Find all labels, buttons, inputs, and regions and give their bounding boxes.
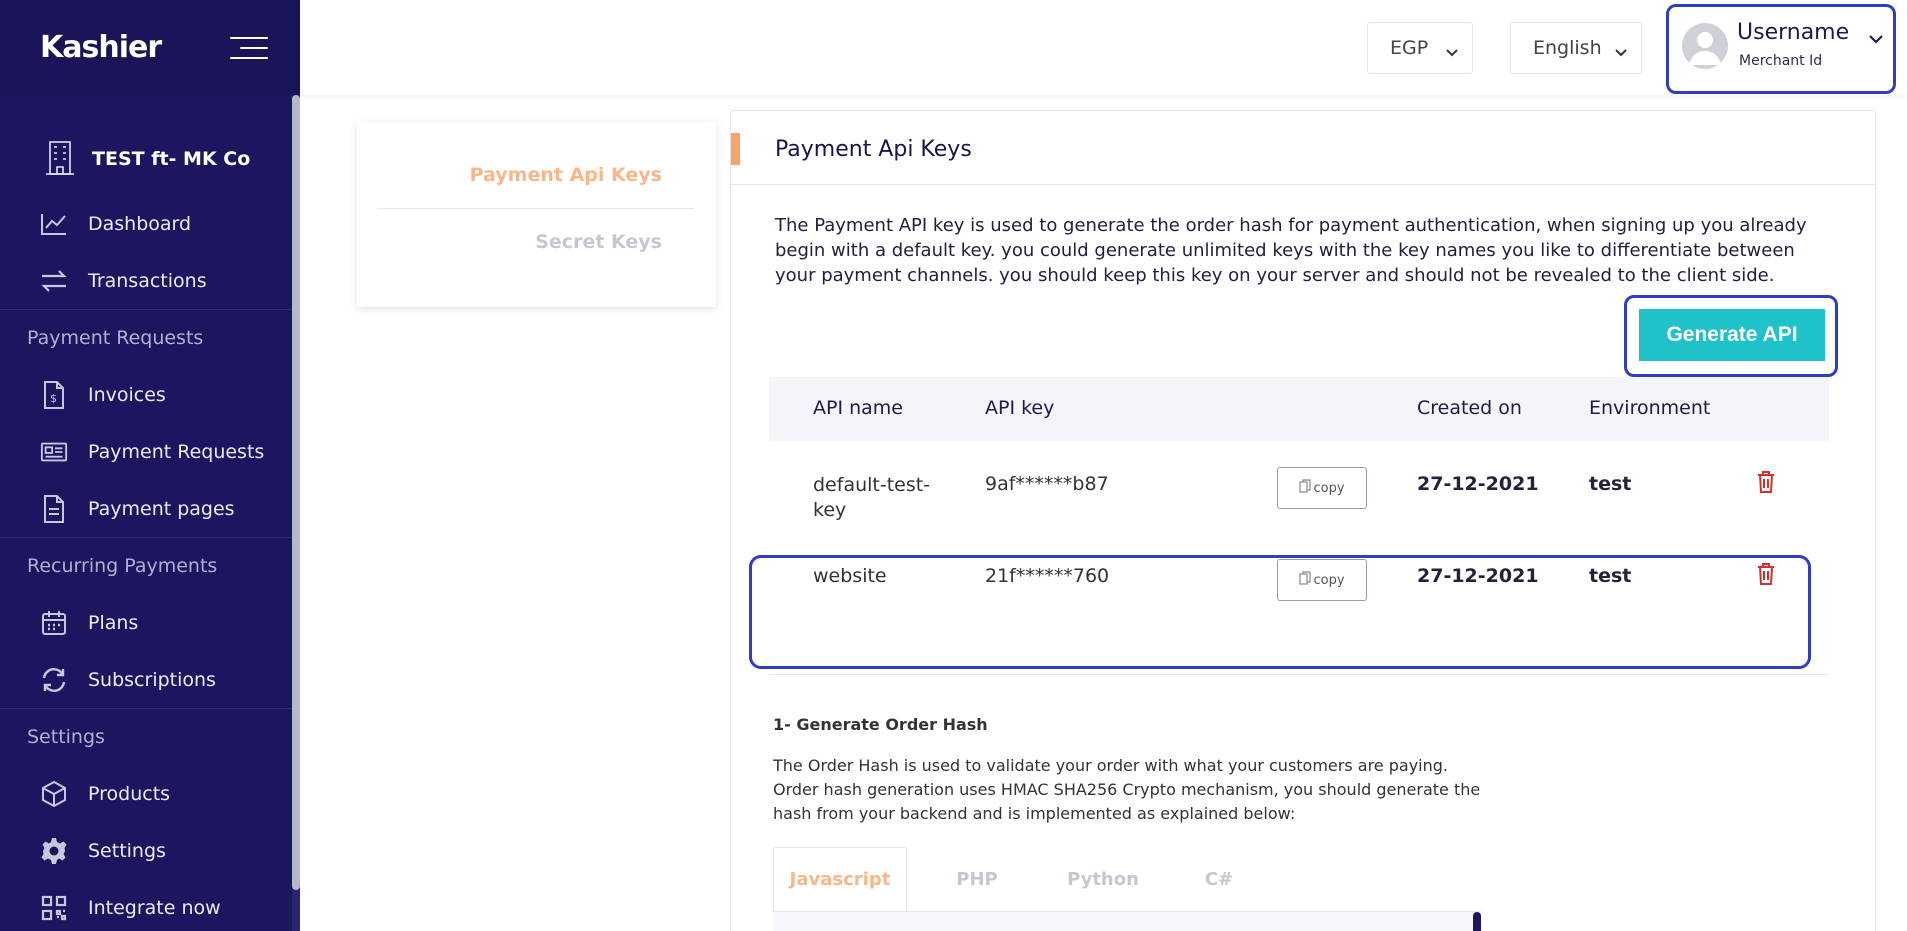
- environment-value: test: [1589, 473, 1632, 495]
- tabs-divider: [377, 208, 694, 209]
- box-icon: [40, 780, 68, 808]
- gear-icon: [40, 837, 68, 865]
- section-title: 1- Generate Order Hash: [773, 715, 988, 734]
- accent-bar: [731, 133, 740, 165]
- user-menu[interactable]: Username Merchant Id: [1666, 4, 1896, 94]
- calendar-icon: [40, 609, 68, 637]
- tab-payment-api-keys[interactable]: Payment Api Keys: [470, 164, 662, 186]
- column-header-environment: Environment: [1589, 397, 1711, 419]
- nav-section-payment-requests: Payment Requests: [0, 309, 292, 366]
- tab-php[interactable]: PHP: [927, 847, 1027, 911]
- avatar: [1682, 23, 1728, 69]
- created-date: 27-12-2021: [1417, 473, 1539, 495]
- code-snippet-area[interactable]: [773, 911, 1481, 931]
- kashier-logo[interactable]: Kashier: [40, 30, 162, 65]
- username: Username: [1737, 20, 1850, 45]
- column-header-api-name: API name: [813, 397, 903, 419]
- copy-icon: [1299, 479, 1312, 497]
- sidebar-item-label: Plans: [88, 611, 139, 634]
- sidebar-header: Kashier: [0, 0, 300, 95]
- website-row-highlight: [749, 555, 1811, 669]
- arrows-exchange-icon: [40, 267, 68, 295]
- api-key-value: 9af******b87: [985, 473, 1109, 495]
- sidebar-item-label: Dashboard: [88, 212, 192, 235]
- tab-python[interactable]: Python: [1043, 847, 1163, 911]
- sidebar-item-label: Invoices: [88, 383, 166, 406]
- api-keys-tabs-panel: Payment Api Keys Secret Keys: [357, 122, 716, 307]
- trash-icon[interactable]: [1757, 471, 1775, 498]
- sidebar-item-payment-requests[interactable]: Payment Requests: [0, 423, 292, 480]
- payment-api-keys-card: Payment Api Keys The Payment API key is …: [730, 110, 1876, 931]
- sidebar-item-label: Payment pages: [88, 497, 235, 520]
- merchant-id: Merchant Id: [1739, 53, 1823, 69]
- nav-section-settings: Settings: [0, 708, 292, 765]
- tab-secret-keys[interactable]: Secret Keys: [535, 231, 662, 253]
- sidebar-nav: Dashboard Transactions Payment Requests …: [0, 195, 292, 931]
- menu-toggle-icon[interactable]: [230, 36, 268, 59]
- sidebar-item-payment-pages[interactable]: Payment pages: [0, 480, 292, 537]
- chart-line-icon: [40, 210, 68, 238]
- building-icon: [42, 138, 78, 180]
- sidebar-item-label: Transactions: [88, 269, 207, 292]
- column-header-created-on: Created on: [1417, 397, 1522, 419]
- sidebar-item-subscriptions[interactable]: Subscriptions: [0, 651, 292, 708]
- api-key-description: The Payment API key is used to generate …: [775, 215, 1807, 286]
- sidebar-item-label: Payment Requests: [88, 440, 265, 463]
- refresh-icon: [40, 666, 68, 694]
- card-header: Payment Api Keys: [731, 111, 1875, 185]
- nav-section-recurring-payments: Recurring Payments: [0, 537, 292, 594]
- language-value: English: [1533, 37, 1602, 59]
- sidebar-item-plans[interactable]: Plans: [0, 594, 292, 651]
- copy-button[interactable]: copy: [1277, 467, 1367, 509]
- table-row: default-test-key 9af******b87 copy 27-12…: [769, 467, 1829, 565]
- page-title: Payment Api Keys: [775, 137, 972, 162]
- code-scrollbar[interactable]: [1473, 912, 1481, 931]
- generate-api-button[interactable]: Generate API: [1639, 309, 1825, 361]
- newspaper-icon: [40, 438, 68, 466]
- sidebar-item-transactions[interactable]: Transactions: [0, 252, 292, 309]
- chevron-down-icon: [1446, 41, 1458, 63]
- qr-code-icon: [40, 894, 68, 922]
- table-header: API name API key Created on Environment: [769, 377, 1829, 441]
- sidebar-item-integrate-now[interactable]: Integrate now: [0, 879, 292, 931]
- sidebar: Kashier TEST ft- MK Co Dashboard Transac…: [0, 0, 300, 931]
- currency-select[interactable]: EGP: [1367, 22, 1473, 74]
- sidebar-item-invoices[interactable]: $ Invoices: [0, 366, 292, 423]
- table-divider: [769, 674, 1829, 675]
- sidebar-item-products[interactable]: Products: [0, 765, 292, 822]
- page-icon: [40, 494, 68, 523]
- sidebar-item-label: Integrate now: [88, 896, 221, 919]
- sidebar-item-settings[interactable]: Settings: [0, 822, 292, 879]
- sidebar-item-label: Subscriptions: [88, 668, 216, 691]
- language-select[interactable]: English: [1510, 22, 1642, 74]
- api-name: default-test-key: [813, 474, 931, 521]
- sidebar-scrollbar[interactable]: [292, 95, 300, 931]
- column-header-api-key: API key: [985, 397, 1055, 419]
- tab-javascript[interactable]: Javascript: [773, 847, 907, 911]
- svg-text:$: $: [50, 392, 57, 405]
- api-keys-table: API name API key Created on Environment …: [769, 377, 1829, 601]
- generate-api-highlight: Generate API: [1624, 295, 1838, 377]
- sidebar-item-label: Products: [88, 782, 171, 805]
- chevron-down-icon: [1869, 29, 1883, 48]
- company-selector[interactable]: TEST ft- MK Co: [0, 114, 292, 204]
- sidebar-item-label: Settings: [88, 839, 166, 862]
- section-description: The Order Hash is used to validate your …: [773, 756, 1481, 823]
- company-name: TEST ft- MK Co: [92, 148, 251, 170]
- invoice-icon: $: [40, 380, 68, 409]
- sidebar-item-dashboard[interactable]: Dashboard: [0, 195, 292, 252]
- code-language-tabs: Javascript PHP Python C#: [773, 847, 1481, 911]
- currency-value: EGP: [1390, 37, 1429, 59]
- tab-csharp[interactable]: C#: [1169, 847, 1269, 911]
- chevron-down-icon: [1615, 41, 1627, 63]
